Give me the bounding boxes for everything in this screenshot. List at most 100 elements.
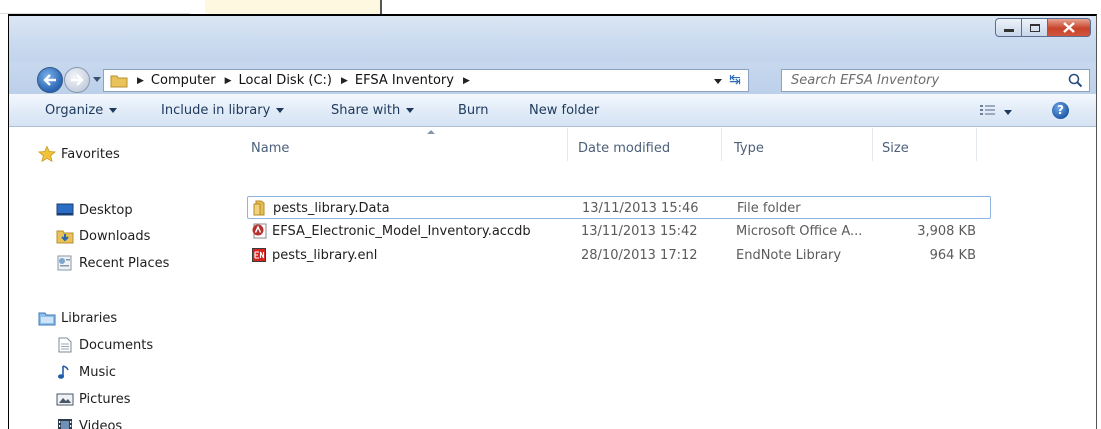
- nav-label: Pictures: [79, 391, 131, 407]
- nav-label: Favorites: [61, 146, 120, 162]
- breadcrumb-computer[interactable]: Computer: [151, 73, 216, 88]
- window-controls: [995, 18, 1091, 37]
- share-with-label: Share with: [331, 103, 401, 118]
- forward-arrow-icon: [71, 74, 84, 86]
- file-size: 3,908 KB: [917, 224, 976, 239]
- libraries-icon: [38, 310, 56, 326]
- organize-label: Organize: [45, 103, 104, 118]
- column-label: Name: [251, 141, 290, 156]
- burn-button[interactable]: Burn: [458, 103, 489, 118]
- column-header-size[interactable]: Size: [873, 128, 977, 161]
- file-date: 28/10/2013 17:12: [581, 248, 698, 263]
- include-in-library-menu[interactable]: Include in library: [161, 103, 285, 118]
- nav-libraries[interactable]: Libraries: [38, 308, 117, 328]
- column-label: Type: [734, 141, 764, 156]
- file-size: 964 KB: [929, 248, 976, 263]
- back-button[interactable]: [37, 67, 63, 93]
- nav-videos[interactable]: Videos: [56, 416, 122, 429]
- breadcrumb-arrow-icon[interactable]: ▶: [225, 76, 232, 86]
- search-placeholder: Search EFSA Inventory: [791, 73, 940, 88]
- nav-documents[interactable]: Documents: [56, 335, 153, 355]
- column-label: Size: [882, 141, 909, 156]
- folder-icon: [252, 200, 268, 216]
- column-headers: Name Date modified Type Size: [237, 128, 1096, 161]
- new-folder-button[interactable]: New folder: [529, 103, 599, 118]
- breadcrumb-efsa-inventory[interactable]: EFSA Inventory: [355, 73, 454, 88]
- nav-pictures[interactable]: Pictures: [56, 389, 130, 409]
- breadcrumb-arrow-icon[interactable]: ▶: [341, 76, 348, 86]
- desktop-icon: [56, 202, 74, 218]
- breadcrumb-local-disk[interactable]: Local Disk (C:): [238, 73, 331, 88]
- explorer-window: ▶ Computer ▶ Local Disk (C:) ▶ EFSA Inve…: [8, 14, 1097, 429]
- breadcrumb-arrow-icon[interactable]: ▶: [463, 76, 470, 86]
- file-date: 13/11/2013 15:42: [581, 224, 698, 239]
- column-header-name[interactable]: Name: [237, 128, 568, 161]
- nav-label: Recent Places: [79, 255, 170, 271]
- nav-downloads[interactable]: Downloads: [56, 226, 150, 246]
- address-dropdown-icon[interactable]: [714, 79, 722, 84]
- file-name: EFSA_Electronic_Model_Inventory.accdb: [272, 224, 531, 239]
- share-with-menu[interactable]: Share with: [331, 103, 415, 118]
- search-icon[interactable]: [1068, 73, 1083, 88]
- background-strip: [0, 0, 1101, 14]
- views-dropdown-icon[interactable]: [1004, 110, 1012, 115]
- chevron-down-icon: [406, 108, 415, 113]
- views-icon[interactable]: [979, 104, 997, 116]
- address-bar[interactable]: ▶ Computer ▶ Local Disk (C:) ▶ EFSA Inve…: [103, 69, 749, 92]
- nav-label: Libraries: [61, 310, 118, 326]
- maximize-button[interactable]: [1022, 18, 1048, 37]
- file-name: pests_library.enl: [272, 248, 378, 263]
- folder-icon: [110, 74, 128, 88]
- nav-label: Documents: [79, 337, 154, 353]
- column-header-date[interactable]: Date modified: [568, 128, 722, 161]
- sort-ascending-icon: [427, 130, 435, 134]
- documents-icon: [56, 337, 74, 353]
- file-row[interactable]: pests_library.Data 13/11/2013 15:46 File…: [247, 196, 991, 219]
- file-type: Microsoft Office A...: [736, 224, 863, 239]
- access-db-icon: [251, 223, 267, 239]
- endnote-icon: [251, 247, 267, 263]
- title-bar[interactable]: [9, 16, 1096, 62]
- chevron-down-icon: [109, 108, 118, 113]
- recent-pages-dropdown[interactable]: [93, 77, 101, 82]
- recent-places-icon: [56, 255, 74, 271]
- chevron-down-icon: [276, 108, 285, 113]
- file-name: pests_library.Data: [273, 201, 390, 216]
- breadcrumb-arrow-icon[interactable]: ▶: [137, 76, 144, 86]
- minimize-icon: [1003, 29, 1014, 32]
- nav-recent-places[interactable]: Recent Places: [56, 253, 169, 273]
- search-input[interactable]: Search EFSA Inventory: [781, 69, 1090, 92]
- minimize-button[interactable]: [995, 18, 1022, 37]
- nav-label: Desktop: [79, 202, 133, 218]
- file-list: Name Date modified Type Size pests_libra…: [237, 128, 1096, 429]
- help-icon[interactable]: ?: [1052, 102, 1069, 119]
- command-bar: Organize Include in library Share with B…: [9, 94, 1096, 127]
- file-date: 13/11/2013 15:46: [582, 201, 699, 216]
- refresh-icon[interactable]: ↹: [726, 72, 744, 89]
- nav-label: Music: [79, 364, 116, 380]
- address-row: ▶ Computer ▶ Local Disk (C:) ▶ EFSA Inve…: [9, 62, 1096, 94]
- column-header-type[interactable]: Type: [722, 128, 873, 161]
- back-arrow-icon: [43, 74, 56, 86]
- close-icon: [1063, 22, 1075, 33]
- nav-label: Downloads: [79, 228, 151, 244]
- music-icon: [56, 364, 74, 380]
- nav-desktop[interactable]: Desktop: [56, 200, 133, 220]
- videos-icon: [56, 418, 74, 429]
- file-row[interactable]: pests_library.enl 28/10/2013 17:12 EndNo…: [247, 244, 991, 267]
- organize-menu[interactable]: Organize: [45, 103, 118, 118]
- file-type: File folder: [737, 201, 801, 216]
- include-in-library-label: Include in library: [161, 103, 271, 118]
- star-icon: [38, 145, 56, 163]
- nav-music[interactable]: Music: [56, 362, 116, 382]
- nav-favorites[interactable]: Favorites: [38, 144, 120, 164]
- downloads-icon: [56, 228, 74, 244]
- maximize-icon: [1029, 23, 1040, 32]
- column-label: Date modified: [578, 141, 671, 156]
- nav-label: Videos: [79, 418, 123, 429]
- file-row[interactable]: EFSA_Electronic_Model_Inventory.accdb 13…: [247, 220, 991, 243]
- file-type: EndNote Library: [736, 248, 842, 263]
- navigation-pane: Favorites Desktop Downloads Recent Place…: [9, 128, 237, 429]
- forward-button[interactable]: [64, 67, 90, 93]
- close-button[interactable]: [1048, 18, 1091, 37]
